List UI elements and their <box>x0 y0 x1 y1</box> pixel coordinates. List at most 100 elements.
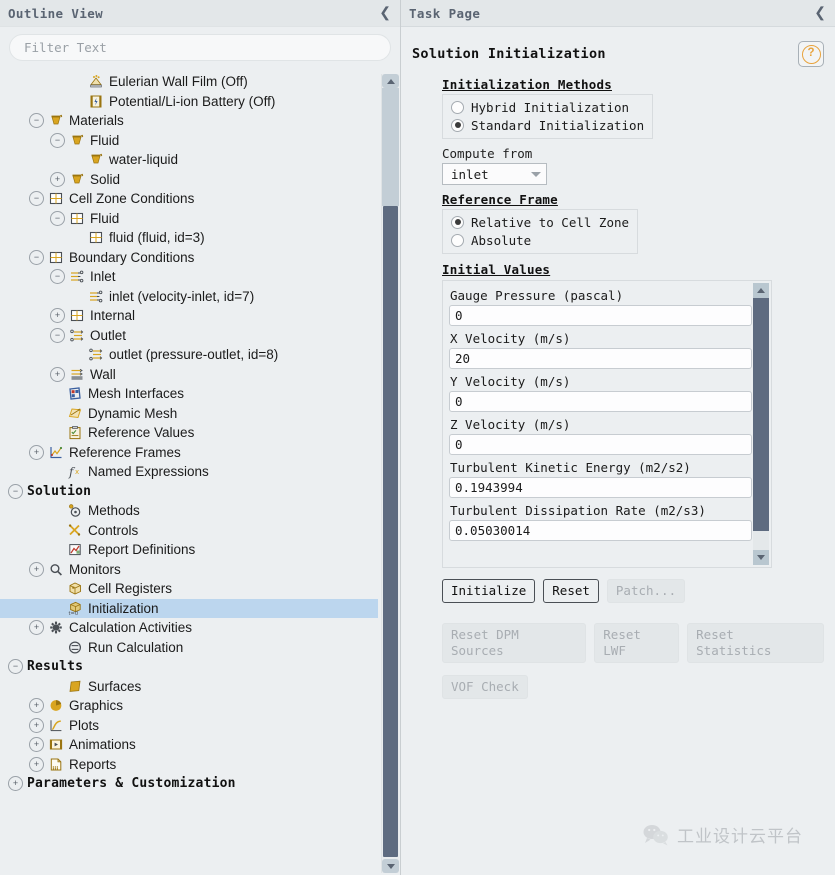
tree-item[interactable]: Cell Registers <box>0 579 378 599</box>
tree-item[interactable]: − Materials <box>0 111 378 131</box>
initial-value-input[interactable] <box>449 348 752 369</box>
collapse-icon[interactable]: − <box>29 113 44 129</box>
tree-item[interactable]: − Outlet <box>0 326 378 346</box>
expand-icon[interactable]: + <box>29 444 44 460</box>
expand-icon[interactable]: + <box>50 366 65 382</box>
tree-item[interactable]: + Animations <box>0 735 378 755</box>
radio-option[interactable]: Relative to Cell Zone <box>451 213 629 231</box>
radio-button[interactable] <box>451 100 464 114</box>
collapse-icon[interactable]: − <box>50 210 65 226</box>
initialize-button[interactable]: Initialize <box>442 579 536 603</box>
collapse-icon[interactable]: − <box>8 659 23 675</box>
tree-item[interactable]: + Reports <box>0 755 378 775</box>
initialization-methods-group[interactable]: Hybrid Initialization Standard Initializa… <box>442 94 654 139</box>
tree-item-selected[interactable]: t=0 Initialization <box>0 598 378 618</box>
expand-icon[interactable]: + <box>50 171 65 187</box>
tree-item-label: fluid (fluid, id=3) <box>109 230 205 246</box>
collapse-icon[interactable]: − <box>50 327 65 343</box>
expand-icon[interactable]: + <box>29 698 44 714</box>
outline-tree[interactable]: Eulerian Wall Film (Off) Potential/Li-io… <box>0 72 378 875</box>
radio-option[interactable]: Hybrid Initialization <box>451 98 644 116</box>
task-page-title: Task Page <box>409 5 481 21</box>
tree-item[interactable]: + Calculation Activities <box>0 618 378 638</box>
reset-button[interactable]: Reset <box>543 579 599 603</box>
radio-button[interactable] <box>451 215 464 229</box>
initial-value-input[interactable] <box>449 391 752 412</box>
expand-icon[interactable]: + <box>50 308 65 324</box>
tree-item[interactable]: inlet (velocity-inlet, id=7) <box>0 287 378 307</box>
scroll-down-button[interactable] <box>753 550 769 565</box>
tree-item[interactable]: + Internal <box>0 306 378 326</box>
initial-value-input[interactable] <box>449 305 752 326</box>
tree-item[interactable]: + Plots <box>0 716 378 736</box>
expand-icon[interactable]: + <box>29 717 44 733</box>
collapse-icon[interactable]: − <box>50 269 65 285</box>
tree-item[interactable]: + Graphics <box>0 696 378 716</box>
scrollbar-thumb[interactable] <box>753 298 769 531</box>
dynamic-mesh-icon <box>67 406 83 421</box>
tree-item[interactable]: Methods <box>0 501 378 521</box>
tree-item[interactable]: Eulerian Wall Film (Off) <box>0 72 378 92</box>
tree-item[interactable]: − Inlet <box>0 267 378 287</box>
radio-button[interactable] <box>451 233 464 247</box>
tree-item[interactable]: Mesh Interfaces <box>0 384 378 404</box>
tree-item[interactable]: Potential/Li-ion Battery (Off) <box>0 92 378 112</box>
scroll-down-button[interactable] <box>382 859 399 873</box>
tree-item[interactable]: − Fluid <box>0 209 378 229</box>
expand-icon[interactable]: + <box>29 620 44 636</box>
reference-frame-group[interactable]: Relative to Cell Zone Absolute <box>442 209 639 254</box>
tree-item[interactable]: Dynamic Mesh <box>0 404 378 424</box>
initial-value-input[interactable] <box>449 434 752 455</box>
plots-icon <box>48 718 64 733</box>
collapse-icon[interactable]: − <box>29 191 44 207</box>
tree-item[interactable]: + Solid <box>0 170 378 190</box>
radio-option[interactable]: Standard Initialization <box>451 116 644 134</box>
initial-value-input[interactable] <box>449 520 752 541</box>
report-definitions-icon <box>67 542 83 557</box>
tree-item[interactable]: water-liquid <box>0 150 378 170</box>
collapse-icon[interactable]: − <box>50 132 65 148</box>
tree-item[interactable]: Controls <box>0 521 378 541</box>
tree-item[interactable]: + Parameters & Customization <box>0 774 378 794</box>
expand-icon[interactable]: + <box>29 561 44 577</box>
tree-item-label: Potential/Li-ion Battery (Off) <box>109 93 276 109</box>
collapse-icon[interactable]: − <box>29 249 44 265</box>
scroll-up-button[interactable] <box>382 74 399 88</box>
scroll-up-button[interactable] <box>753 283 769 298</box>
initial-values-scrollbar[interactable] <box>753 283 769 565</box>
tree-item[interactable]: − Boundary Conditions <box>0 248 378 268</box>
tree-item[interactable]: + Monitors <box>0 560 378 580</box>
tree-item[interactable]: − Results <box>0 657 378 677</box>
tree-item[interactable]: outlet (pressure-outlet, id=8) <box>0 345 378 365</box>
collapse-icon[interactable]: − <box>8 483 23 499</box>
tree-item[interactable]: Reference Values <box>0 423 378 443</box>
expand-icon[interactable]: + <box>29 756 44 772</box>
watermark: 工业设计云平台 <box>643 822 803 847</box>
chevron-left-icon[interactable]: ❮ <box>814 5 826 21</box>
outline-scrollbar[interactable] <box>381 74 399 873</box>
radio-button[interactable] <box>451 118 464 132</box>
tree-item[interactable]: fluid (fluid, id=3) <box>0 228 378 248</box>
scrollbar-thumb[interactable] <box>383 206 398 857</box>
tree-item[interactable]: − Cell Zone Conditions <box>0 189 378 209</box>
tree-item-label: Dynamic Mesh <box>88 405 178 421</box>
tree-item[interactable]: Report Definitions <box>0 540 378 560</box>
search-input[interactable] <box>9 34 391 61</box>
tree-item-label: Wall <box>90 366 116 382</box>
expand-icon[interactable]: + <box>8 776 23 792</box>
compute-from-select[interactable]: inlet <box>442 163 547 185</box>
chevron-left-icon[interactable]: ❮ <box>379 5 391 21</box>
initial-value-label: Turbulent Kinetic Energy (m2/s2) <box>450 460 691 475</box>
tree-toggle-spacer <box>71 290 84 303</box>
initial-value-input[interactable] <box>449 477 752 498</box>
tree-item[interactable]: f x Named Expressions <box>0 462 378 482</box>
tree-item[interactable]: − Fluid <box>0 131 378 151</box>
tree-item[interactable]: + Wall <box>0 365 378 385</box>
tree-item[interactable]: + Reference Frames <box>0 443 378 463</box>
help-button[interactable]: ? <box>798 41 824 67</box>
tree-item[interactable]: − Solution <box>0 482 378 502</box>
expand-icon[interactable]: + <box>29 737 44 753</box>
radio-option[interactable]: Absolute <box>451 231 629 249</box>
tree-item[interactable]: Run Calculation <box>0 638 378 658</box>
tree-item[interactable]: Surfaces <box>0 677 378 697</box>
